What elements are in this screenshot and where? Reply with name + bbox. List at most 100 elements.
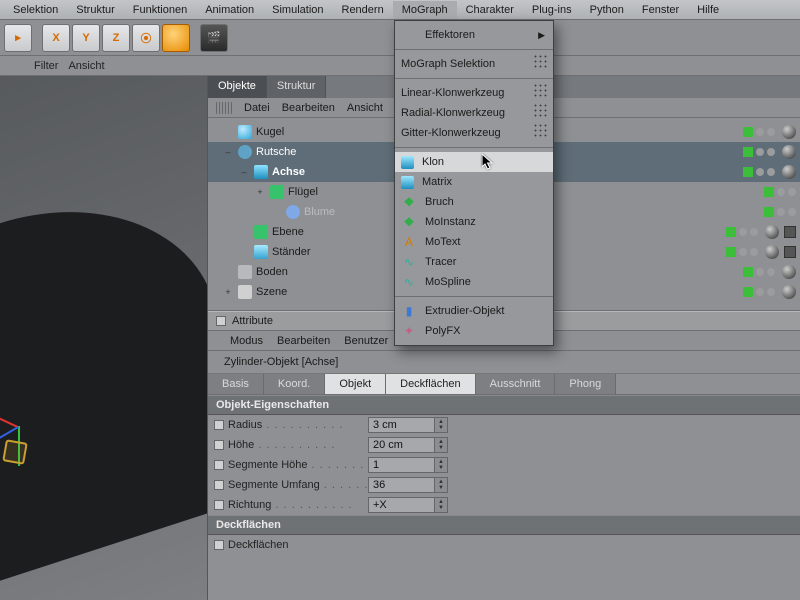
visibility-dots[interactable]	[743, 162, 796, 182]
menu-simulation[interactable]: Simulation	[263, 1, 332, 19]
menu-item-mograph-selektion[interactable]: MoGraph Selektion	[395, 54, 553, 74]
material-tag-icon[interactable]	[765, 245, 779, 259]
menu-python[interactable]: Python	[581, 1, 633, 19]
spinner-icon[interactable]: ▲▼	[434, 477, 448, 493]
attr-tab-basis[interactable]: Basis	[208, 374, 264, 394]
visibility-dots[interactable]	[743, 282, 796, 302]
teal-icon: ∿	[401, 274, 417, 290]
menu-item-matrix[interactable]: Matrix	[395, 172, 553, 192]
axis-x-button[interactable]: X	[42, 24, 70, 52]
menu-item-motext[interactable]: AMoText	[395, 232, 553, 252]
flower-icon	[286, 205, 300, 219]
prop-value-input[interactable]	[368, 437, 434, 453]
material-tag-icon[interactable]	[782, 285, 796, 299]
expand-icon[interactable]: +	[254, 187, 266, 197]
attr-menu-user[interactable]: Benutzer	[344, 335, 388, 347]
expand-icon[interactable]: –	[222, 147, 234, 157]
prop-value-input[interactable]	[368, 457, 434, 473]
axis-z-button[interactable]: Z	[102, 24, 130, 52]
menu-item-linear-klonwerkzeug[interactable]: Linear-Klonwerkzeug	[395, 83, 553, 103]
menu-item-extrudier-objekt[interactable]: ▮Extrudier-Objekt	[395, 301, 553, 321]
material-tag-icon[interactable]	[765, 225, 779, 239]
visibility-dots[interactable]	[726, 242, 796, 262]
attr-tab-objekt[interactable]: Objekt	[325, 374, 386, 394]
visibility-dots[interactable]	[743, 122, 796, 142]
axis-y-button[interactable]: Y	[72, 24, 100, 52]
menu-item-label: Linear-Klonwerkzeug	[401, 87, 504, 99]
phong-tag-icon[interactable]	[784, 246, 796, 258]
attr-tab-phong[interactable]: Phong	[555, 374, 616, 394]
menu-funktionen[interactable]: Funktionen	[124, 1, 196, 19]
menu-item-tracer[interactable]: ∿Tracer	[395, 252, 553, 272]
spinner-icon[interactable]: ▲▼	[434, 417, 448, 433]
attr-tab-koord[interactable]: Koord.	[264, 374, 325, 394]
prop-anim-checkbox[interactable]	[214, 440, 224, 450]
menu-fenster[interactable]: Fenster	[633, 1, 688, 19]
menu-item-label: MoSpline	[425, 276, 471, 288]
viewport-geometry	[0, 168, 208, 584]
menu-item-klon[interactable]: Klon	[395, 152, 553, 172]
menu-item-polyfx[interactable]: ✦PolyFX	[395, 321, 553, 341]
menu-item-label: Extrudier-Objekt	[425, 305, 504, 317]
spinner-icon[interactable]: ▲▼	[434, 457, 448, 473]
obj-menu-view[interactable]: Ansicht	[347, 102, 383, 114]
menu-item-moinstanz[interactable]: ❖MoInstanz	[395, 212, 553, 232]
menu-item-gitter-klonwerkzeug[interactable]: Gitter-Klonwerkzeug	[395, 123, 553, 143]
visibility-dots[interactable]	[764, 202, 796, 222]
menu-item-bruch[interactable]: ❖Bruch	[395, 192, 553, 212]
view-menu[interactable]: Ansicht	[68, 60, 104, 72]
expand-icon[interactable]: –	[238, 167, 250, 177]
menu-animation[interactable]: Animation	[196, 1, 263, 19]
world-button[interactable]	[162, 24, 190, 52]
menu-item-effektoren[interactable]: Effektoren▶	[395, 25, 553, 45]
menu-mograph[interactable]: MoGraph	[393, 1, 457, 19]
menu-plug-ins[interactable]: Plug-ins	[523, 1, 581, 19]
axis-lock-button[interactable]: ⦿	[132, 24, 160, 52]
obj-tab-struktur[interactable]: Struktur	[267, 76, 327, 98]
render-button[interactable]: 🎬	[200, 24, 228, 52]
dots-icon	[533, 123, 549, 139]
attr-tab-ausschnitt[interactable]: Ausschnitt	[476, 374, 556, 394]
obj-menu-edit[interactable]: Bearbeiten	[282, 102, 335, 114]
spinner-icon[interactable]: ▲▼	[434, 497, 448, 513]
menu-hilfe[interactable]: Hilfe	[688, 1, 728, 19]
prop-anim-checkbox[interactable]	[214, 460, 224, 470]
prop-anim-checkbox[interactable]	[214, 500, 224, 510]
prop-value-input[interactable]	[368, 477, 434, 493]
visibility-dots[interactable]	[764, 182, 796, 202]
attr-menu-edit[interactable]: Bearbeiten	[277, 335, 330, 347]
prop-anim-checkbox[interactable]	[214, 480, 224, 490]
spinner-icon[interactable]: ▲▼	[434, 437, 448, 453]
phong-tag-icon[interactable]	[784, 226, 796, 238]
attribute-lock-icon[interactable]	[216, 316, 226, 326]
obj-tab-objekte[interactable]: Objekte	[208, 76, 267, 98]
prop-value-input[interactable]	[368, 417, 434, 433]
material-tag-icon[interactable]	[782, 145, 796, 159]
attr-menu-mode[interactable]: Modus	[230, 335, 263, 347]
menu-struktur[interactable]: Struktur	[67, 1, 124, 19]
visibility-dots[interactable]	[726, 222, 796, 242]
menu-charakter[interactable]: Charakter	[457, 1, 523, 19]
menu-item-radial-klonwerkzeug[interactable]: Radial-Klonwerkzeug	[395, 103, 553, 123]
material-tag-icon[interactable]	[782, 125, 796, 139]
prop-label: Segmente Umfang	[228, 479, 368, 491]
obj-menu-file[interactable]: Datei	[244, 102, 270, 114]
prop-anim-checkbox[interactable]	[214, 420, 224, 430]
mograph-menu[interactable]: Effektoren▶ MoGraph Selektion Linear-Klonw…	[394, 20, 554, 346]
expand-icon[interactable]: +	[222, 287, 234, 297]
menu-rendern[interactable]: Rendern	[333, 1, 393, 19]
filter-menu[interactable]: Filter	[34, 60, 58, 72]
material-tag-icon[interactable]	[782, 165, 796, 179]
toolbar-unknown-left[interactable]: ▸	[4, 24, 32, 52]
prop-value-input[interactable]	[368, 497, 434, 513]
visibility-dots[interactable]	[743, 142, 796, 162]
attr-tab-deckflächen[interactable]: Deckflächen	[386, 374, 476, 394]
menu-item-label: Effektoren	[425, 29, 475, 41]
caps-checkbox[interactable]	[214, 540, 224, 550]
menu-selektion[interactable]: Selektion	[4, 1, 67, 19]
dots-icon	[533, 103, 549, 119]
material-tag-icon[interactable]	[782, 265, 796, 279]
menu-item-mospline[interactable]: ∿ MoSpline	[395, 272, 553, 292]
viewport[interactable]	[0, 76, 208, 600]
visibility-dots[interactable]	[743, 262, 796, 282]
